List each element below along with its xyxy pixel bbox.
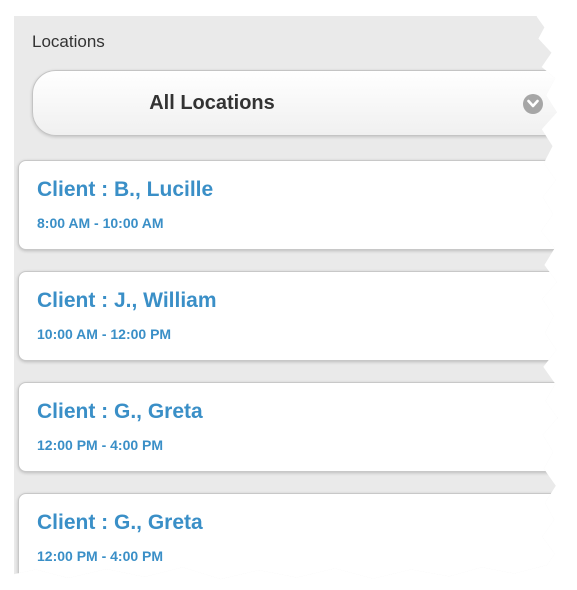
locations-label: Locations — [32, 32, 105, 51]
location-select[interactable]: All Locations — [32, 70, 558, 136]
appointment-time: 8:00 AM - 10:00 AM — [37, 215, 164, 231]
appointment-client: Client : G., Greta — [37, 511, 203, 534]
appointment-item[interactable]: Client : G., Greta 12:00 PM - 4:00 PM — [18, 493, 558, 580]
appointment-client: Client : G., Greta — [37, 400, 203, 423]
screenshot-frame: Locations All Locations Client : B., Luc… — [0, 0, 577, 590]
appointment-client: Client : J., William — [37, 289, 217, 312]
appointment-item[interactable]: Client : J., William 10:00 AM - 12:00 PM — [18, 271, 558, 361]
appointment-time: 10:00 AM - 12:00 PM — [37, 326, 172, 342]
location-select-value: All Locations — [149, 92, 275, 114]
appointments-panel: Locations All Locations Client : B., Luc… — [14, 16, 558, 580]
appointment-item[interactable]: Client : B., Lucille 8:00 AM - 10:00 AM — [18, 160, 558, 250]
appointment-client: Client : B., Lucille — [37, 178, 214, 201]
appointment-time: 12:00 PM - 4:00 PM — [37, 437, 164, 453]
chevron-down-icon — [523, 94, 543, 114]
appointment-item[interactable]: Client : G., Greta 12:00 PM - 4:00 PM — [18, 382, 558, 472]
appointment-time: 12:00 PM - 4:00 PM — [37, 548, 164, 564]
